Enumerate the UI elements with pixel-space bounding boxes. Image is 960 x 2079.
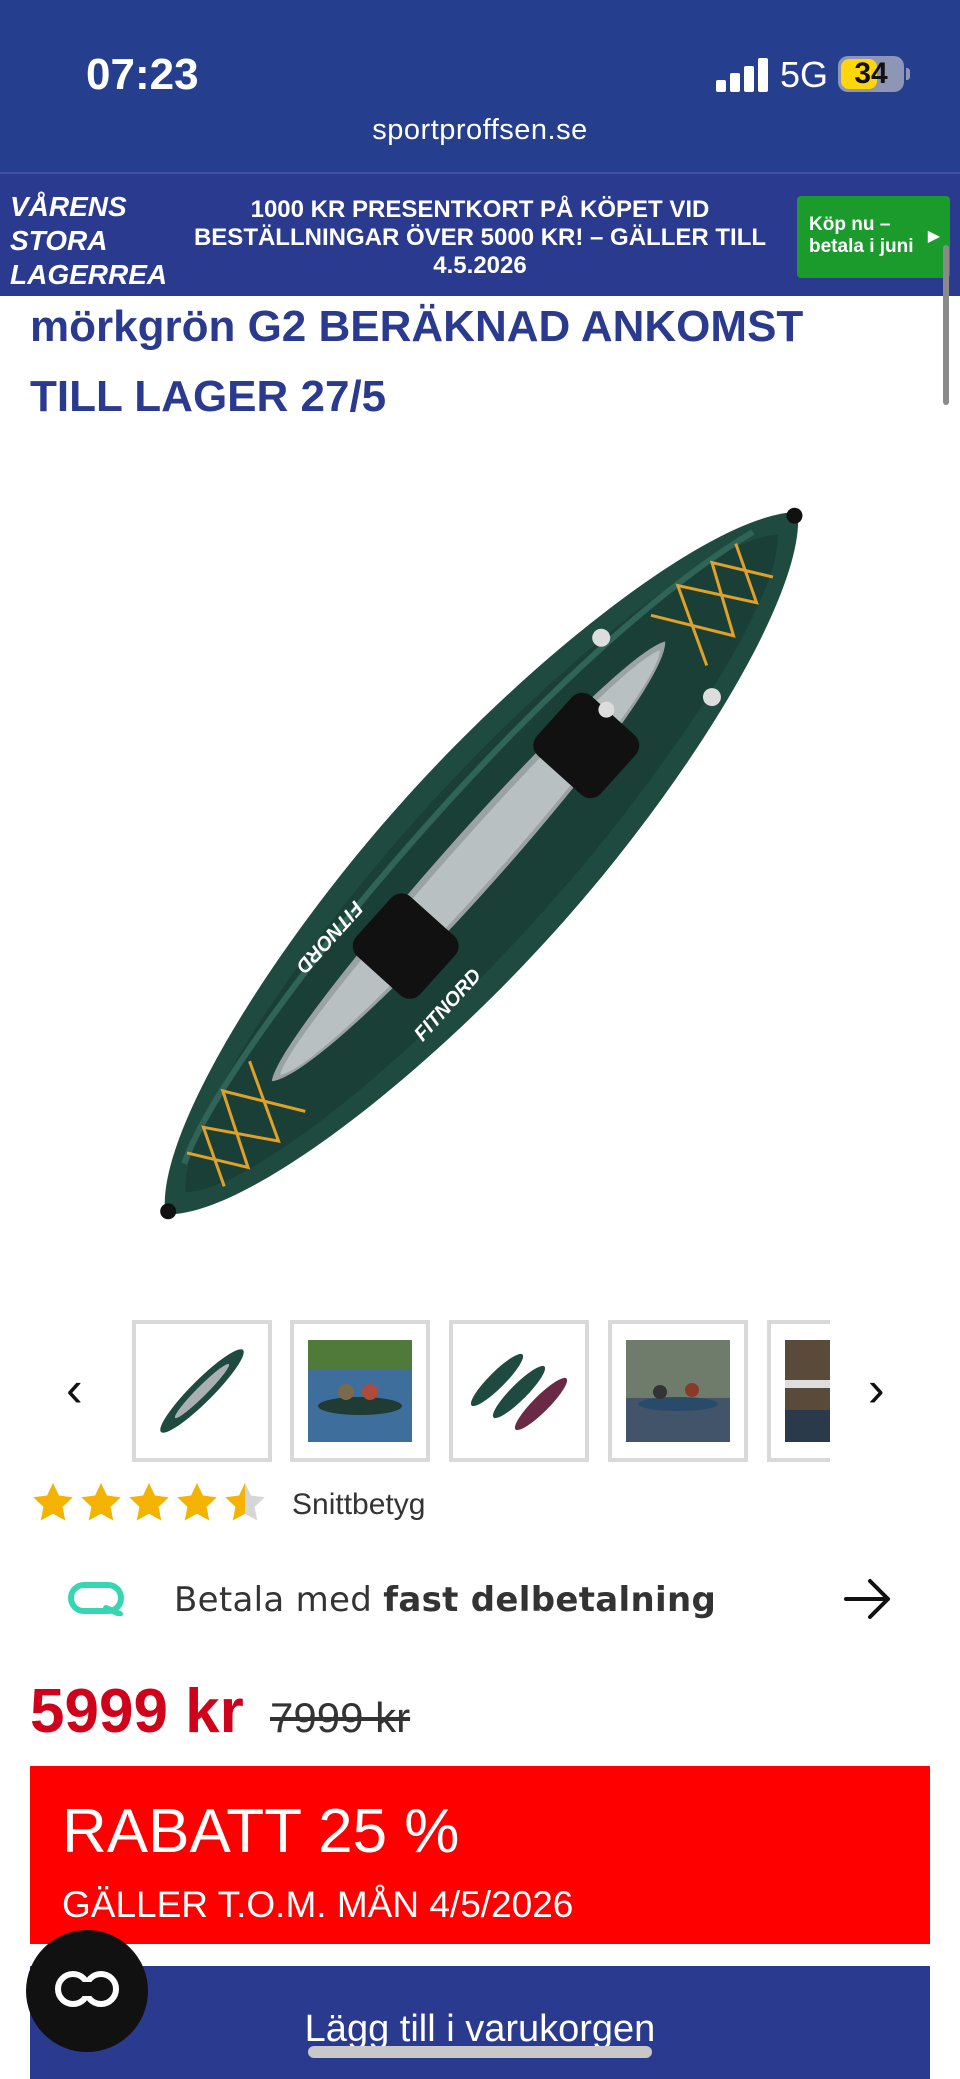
url-bar[interactable]: sportproffsen.se: [0, 114, 960, 147]
kayak-thumbnail[interactable]: [132, 1320, 272, 1462]
status-time: 07:23: [86, 50, 199, 99]
product-image[interactable]: FITNORD FITNORD: [60, 460, 900, 1260]
star-full-icon: [81, 1482, 121, 1521]
promo-banner[interactable]: VÅRENS STORA LAGERREA 1000 KR PRESENTKOR…: [0, 172, 960, 296]
star-full-icon: [33, 1482, 73, 1521]
battery-icon: 34: [838, 56, 910, 92]
arrow-right-icon[interactable]: [842, 1576, 894, 1622]
browser-header: 07:23 5G 34 sportproffsen.se: [0, 0, 960, 172]
rating-label: Snittbetyg: [292, 1488, 426, 1521]
promo-message: 1000 KR PRESENTKORT PÅ KÖPET VID BESTÄLL…: [193, 196, 767, 279]
kayak-on-water-thumbnail[interactable]: [290, 1320, 430, 1462]
add-to-cart-button[interactable]: Lägg till i varukorgen: [30, 1966, 930, 2079]
discount-validity: GÄLLER T.O.M. MÅN 4/5/2026: [62, 1884, 574, 1925]
gallery-next-button[interactable]: ›: [868, 1360, 885, 1418]
battery-level: 34: [854, 57, 888, 90]
current-price: 5999 kr: [30, 1677, 244, 1746]
discount-headline: RABATT 25 %: [62, 1797, 460, 1866]
inflatable-kayak-image: FITNORD FITNORD: [160, 507, 803, 1220]
product-title: mörkgrön G2 BERÄKNAD ANKOMST TILL LAGER …: [30, 302, 804, 421]
original-price: 7999 kr: [270, 1694, 411, 1741]
kayak-dock-thumbnail[interactable]: [767, 1320, 830, 1462]
installment-text: Betala med fast delbetalning: [174, 1580, 717, 1620]
network-type: 5G: [780, 54, 829, 95]
discount-banner: RABATT 25 % GÄLLER T.O.M. MÅN 4/5/2026: [30, 1766, 930, 1944]
buy-now-pay-later-button[interactable]: Köp nu – betala i juni ▶: [797, 196, 950, 278]
star-half-icon: [225, 1482, 265, 1521]
arrow-right-icon: ▶: [927, 228, 940, 245]
star-full-icon: [129, 1482, 169, 1521]
installment-payment-row[interactable]: Betala med fast delbetalning: [0, 1570, 960, 1630]
chat-icon: [55, 1971, 119, 2007]
home-indicator: [308, 2046, 652, 2058]
promo-sale-label: VÅRENS STORA LAGERREA: [10, 191, 168, 290]
star-full-icon: [177, 1482, 217, 1521]
chat-button[interactable]: [26, 1930, 148, 2052]
kayakers-river-thumbnail[interactable]: [608, 1320, 748, 1462]
image-gallery: ‹ ›: [0, 1318, 960, 1464]
gallery-prev-button[interactable]: ‹: [66, 1360, 83, 1418]
thumbnail-strip[interactable]: [132, 1320, 830, 1462]
cellular-signal-icon: [716, 58, 768, 92]
scrollbar[interactable]: [943, 245, 949, 405]
kayak-colors-thumbnail[interactable]: [449, 1320, 589, 1462]
qliro-logo-icon: [68, 1582, 124, 1616]
